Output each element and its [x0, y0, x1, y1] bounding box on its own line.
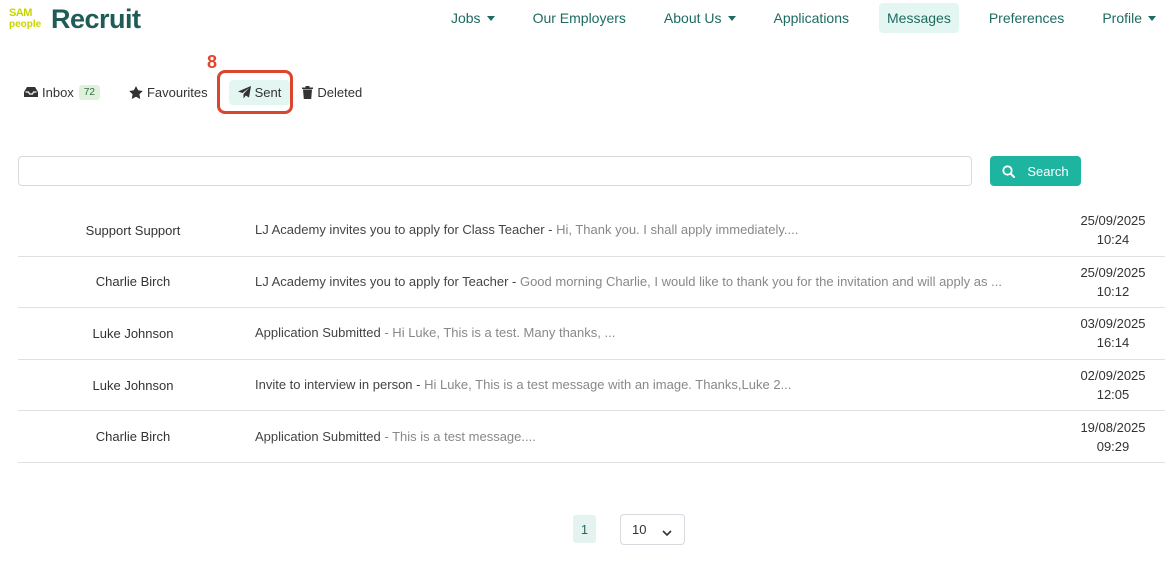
- nav-profile[interactable]: Profile: [1094, 3, 1164, 33]
- nav-our-employers-label: Our Employers: [532, 10, 626, 26]
- caret-down-icon: [486, 15, 495, 21]
- message-content: Application Submitted - This is a test m…: [248, 427, 1008, 447]
- folder-sent-label: Sent: [254, 84, 282, 100]
- nav-about-us[interactable]: About Us: [656, 3, 744, 33]
- message-content: Application Submitted - Hi Luke, This is…: [248, 323, 1008, 343]
- message-time: 12:05: [1096, 387, 1130, 403]
- message-subject: LJ Academy invites you to apply for Teac…: [255, 273, 520, 289]
- nav-messages-label: Messages: [887, 10, 951, 26]
- nav-preferences[interactable]: Preferences: [981, 3, 1072, 33]
- message-timestamp: 25/09/2025 10:24: [1008, 211, 1165, 249]
- page-size-select[interactable]: 10: [620, 514, 685, 545]
- message-preview: Hi Luke, This is a test message with an …: [424, 377, 792, 393]
- folder-inbox[interactable]: Inbox 72: [18, 80, 106, 105]
- main-nav: Jobs Our Employers About Us Applications…: [432, 2, 1175, 34]
- nav-preferences-label: Preferences: [988, 10, 1065, 26]
- folder-inbox-label: Inbox: [42, 84, 74, 100]
- message-content: LJ Academy invites you to apply for Teac…: [248, 272, 1008, 292]
- message-sender: Luke Johnson: [92, 325, 174, 341]
- message-time: 10:24: [1096, 232, 1130, 248]
- message-sender: Support Support: [85, 222, 181, 238]
- folder-favourites-label: Favourites: [146, 84, 208, 100]
- message-date: 02/09/2025: [1080, 368, 1146, 384]
- message-content: LJ Academy invites you to apply for Clas…: [248, 220, 1008, 240]
- logo-mark: SAM people: [9, 5, 49, 33]
- message-list: Support Support LJ Academy invites you t…: [18, 205, 1165, 463]
- message-time: 09:29: [1096, 438, 1130, 454]
- folder-deleted[interactable]: Deleted: [296, 80, 368, 105]
- inbox-count-badge: 72: [78, 84, 100, 100]
- message-row[interactable]: Luke Johnson Application Submitted - Hi …: [18, 308, 1165, 360]
- message-row[interactable]: Luke Johnson Invite to interview in pers…: [18, 360, 1165, 412]
- message-row[interactable]: Charlie Birch LJ Academy invites you to …: [18, 257, 1165, 309]
- message-preview: - This is a test message....: [380, 428, 536, 444]
- folder-tabs: Inbox 72 Favourites Sent Deleted: [18, 78, 373, 106]
- search-input[interactable]: [18, 156, 972, 186]
- search-button[interactable]: Search: [990, 156, 1081, 186]
- nav-applications-label: Applications: [773, 10, 850, 26]
- folder-deleted-label: Deleted: [317, 84, 363, 100]
- logo-text: Recruit: [51, 4, 141, 34]
- message-timestamp: 02/09/2025 12:05: [1008, 366, 1165, 404]
- message-sender: Charlie Birch: [95, 429, 171, 445]
- message-subject: LJ Academy invites you to apply for Clas…: [255, 222, 557, 238]
- trash-icon: [302, 85, 314, 99]
- message-date: 25/09/2025: [1080, 264, 1146, 280]
- message-row[interactable]: Support Support LJ Academy invites you t…: [18, 205, 1165, 257]
- nav-applications[interactable]: Applications: [766, 3, 858, 33]
- message-timestamp: 25/09/2025 10:12: [1008, 263, 1165, 301]
- nav-our-employers[interactable]: Our Employers: [525, 3, 634, 33]
- message-preview: Hi, Thank you. I shall apply immediately…: [556, 222, 799, 238]
- message-content: Invite to interview in person - Hi Luke,…: [248, 375, 1008, 395]
- inbox-icon: [24, 86, 38, 98]
- pagination-page-button[interactable]: 1: [573, 515, 596, 543]
- logo-mark-top: SAM: [9, 7, 32, 19]
- message-subject: Application Submitted: [255, 428, 381, 444]
- annotation-number: 8: [207, 52, 218, 72]
- star-icon: [129, 85, 143, 99]
- message-preview: - Hi Luke, This is a test. Many thanks, …: [380, 325, 616, 341]
- message-preview: Good morning Charlie, I would like to th…: [519, 273, 1002, 289]
- message-sender: Luke Johnson: [92, 377, 174, 393]
- nav-messages[interactable]: Messages: [879, 3, 959, 33]
- page-size-value: 10: [632, 522, 647, 537]
- paper-plane-icon: [237, 85, 251, 99]
- message-subject: Invite to interview in person -: [255, 377, 425, 393]
- message-date: 03/09/2025: [1080, 316, 1146, 332]
- message-sender: Charlie Birch: [95, 274, 171, 290]
- search-icon: [1002, 164, 1016, 178]
- folder-sent[interactable]: Sent: [228, 79, 291, 105]
- nav-profile-label: Profile: [1102, 10, 1142, 26]
- message-subject: Application Submitted: [255, 325, 381, 341]
- nav-about-us-label: About Us: [663, 10, 722, 26]
- search-button-label: Search: [1027, 163, 1069, 179]
- logo-mark-bottom: people: [9, 19, 42, 30]
- message-row[interactable]: Charlie Birch Application Submitted - Th…: [18, 411, 1165, 463]
- nav-jobs[interactable]: Jobs: [443, 3, 503, 33]
- nav-jobs-label: Jobs: [450, 10, 481, 26]
- message-time: 10:12: [1096, 283, 1130, 299]
- message-timestamp: 19/08/2025 09:29: [1008, 418, 1165, 456]
- caret-down-icon: [727, 15, 736, 21]
- message-date: 19/08/2025: [1080, 419, 1146, 435]
- message-timestamp: 03/09/2025 16:14: [1008, 314, 1165, 352]
- site-logo[interactable]: SAM people Recruit: [9, 4, 141, 34]
- message-time: 16:14: [1096, 335, 1130, 351]
- message-date: 25/09/2025: [1080, 213, 1146, 229]
- caret-down-icon: [1148, 15, 1156, 21]
- chevron-down-icon: [662, 525, 672, 540]
- folder-favourites[interactable]: Favourites: [123, 80, 214, 105]
